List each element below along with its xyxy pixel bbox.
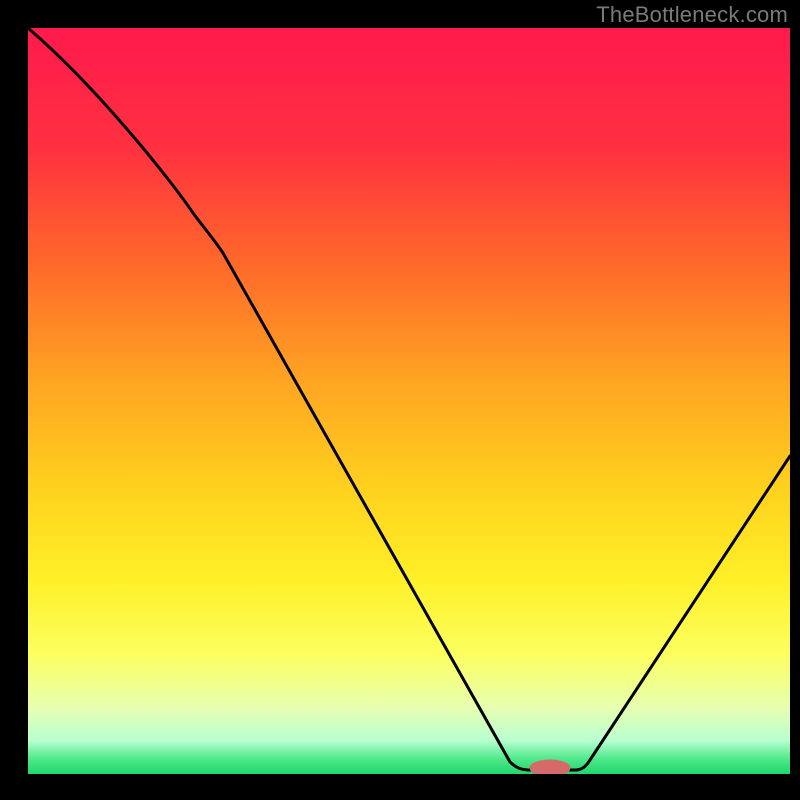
plot-svg — [28, 28, 790, 774]
gradient-background — [28, 28, 790, 774]
chart-stage: TheBottleneck.com — [0, 0, 800, 800]
optimum-marker — [530, 760, 570, 774]
plot-area — [28, 28, 790, 774]
attribution-watermark: TheBottleneck.com — [596, 2, 788, 28]
